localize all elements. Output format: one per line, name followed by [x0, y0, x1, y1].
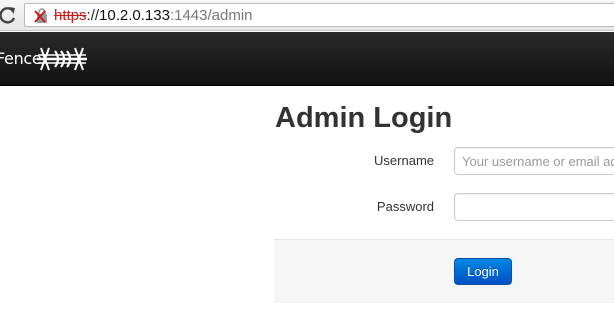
username-input[interactable]	[454, 147, 614, 175]
broken-ssl-lock-icon[interactable]	[33, 7, 51, 25]
url-path: :1443/admin	[169, 7, 253, 24]
url-separator: ://	[86, 7, 100, 24]
url-host: 10.2.0.133	[99, 7, 170, 24]
url-text[interactable]: https://10.2.0.133:1443/admin	[54, 6, 253, 26]
address-bar[interactable]: https://10.2.0.133:1443/admin	[24, 3, 614, 27]
url-scheme: https	[54, 7, 87, 24]
password-input[interactable]	[454, 193, 614, 221]
browser-toolbar: https://10.2.0.133:1443/admin	[0, 0, 614, 31]
barbed-wire-logo-icon	[37, 46, 87, 72]
page-title: Admin Login	[275, 102, 453, 134]
form-actions: Login	[274, 239, 614, 303]
username-label: Username	[374, 153, 434, 168]
login-button[interactable]: Login	[454, 258, 512, 285]
top-navbar: Fence	[0, 32, 614, 86]
reload-icon[interactable]	[0, 4, 18, 26]
brand-name: Fence	[0, 49, 42, 68]
password-label: Password	[376, 199, 434, 214]
